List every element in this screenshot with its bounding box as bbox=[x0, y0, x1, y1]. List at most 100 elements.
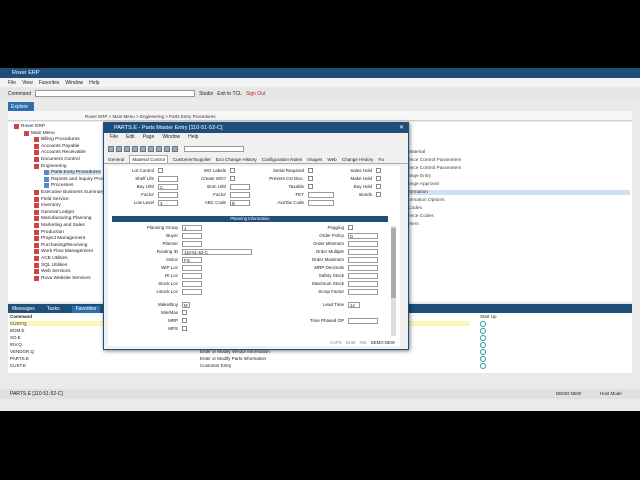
dialog-tab[interactable]: Customer/Supplier bbox=[173, 155, 211, 163]
detail-item[interactable]: ence Control Parameters bbox=[408, 166, 461, 171]
tree-item[interactable]: Web Services bbox=[34, 269, 71, 275]
checkbox[interactable] bbox=[182, 318, 187, 323]
dlg-menu-page[interactable]: Page bbox=[143, 134, 155, 142]
checkbox[interactable] bbox=[308, 184, 313, 189]
lookup-icon[interactable] bbox=[172, 145, 178, 152]
tree-item[interactable]: Document Control bbox=[34, 157, 80, 162]
input-field[interactable]: 1 bbox=[182, 225, 202, 231]
detail-item[interactable]: formation bbox=[408, 190, 630, 195]
checkbox[interactable] bbox=[376, 176, 381, 181]
tree-item[interactable]: ACE Utilities bbox=[34, 256, 68, 261]
startup-radio-icon[interactable] bbox=[480, 356, 486, 362]
input-field[interactable] bbox=[348, 249, 378, 255]
dialog-tab[interactable]: General bbox=[108, 155, 124, 163]
menu-view[interactable]: View bbox=[22, 80, 33, 87]
input-field[interactable]: B bbox=[230, 200, 250, 206]
dialog-tab[interactable]: Change History bbox=[342, 155, 374, 163]
close-icon[interactable]: ✕ bbox=[399, 124, 404, 131]
menu-favorites[interactable]: Favorites bbox=[39, 80, 60, 87]
print-icon[interactable] bbox=[132, 145, 138, 152]
dialog-tab[interactable]: Fa bbox=[378, 155, 383, 163]
dlg-menu-edit[interactable]: Edit bbox=[126, 134, 135, 142]
menu-file[interactable]: File bbox=[8, 80, 16, 87]
record-input[interactable] bbox=[184, 145, 244, 152]
prev-record-icon[interactable] bbox=[148, 145, 154, 152]
input-field[interactable] bbox=[158, 192, 178, 198]
input-field[interactable] bbox=[348, 257, 378, 263]
tree-item[interactable]: Rover ERP bbox=[14, 124, 45, 129]
tree-item[interactable]: Work Flow Management bbox=[34, 249, 93, 255]
input-field[interactable]: C bbox=[158, 184, 178, 190]
studio-button[interactable]: Studio bbox=[199, 91, 213, 97]
startup-radio-icon[interactable] bbox=[480, 349, 486, 355]
detail-item[interactable]: ange Entry bbox=[408, 174, 431, 179]
next-record-icon[interactable] bbox=[156, 145, 162, 152]
input-field[interactable] bbox=[182, 289, 202, 295]
detail-item[interactable]: Material bbox=[408, 150, 425, 155]
input-field[interactable]: 3 bbox=[158, 200, 178, 206]
detail-item[interactable]: ormation Options bbox=[408, 198, 445, 203]
input-field[interactable] bbox=[182, 273, 202, 279]
input-field[interactable]: 110-51-52-C bbox=[182, 249, 252, 255]
tree-item[interactable]: Inventory bbox=[34, 203, 61, 209]
input-field[interactable]: M bbox=[182, 302, 190, 308]
tree-item[interactable]: Main Menu bbox=[24, 130, 55, 136]
sign-out-button[interactable]: Sign Out bbox=[246, 91, 265, 97]
tree-item[interactable]: Project Management bbox=[34, 236, 85, 242]
input-field[interactable] bbox=[230, 184, 250, 190]
dialog-tab[interactable]: Images bbox=[307, 155, 322, 163]
checkbox[interactable] bbox=[308, 168, 313, 173]
favorite-row[interactable]: CUST.E Customer Entry bbox=[10, 363, 470, 368]
first-record-icon[interactable] bbox=[140, 145, 146, 152]
input-field[interactable] bbox=[348, 289, 378, 295]
dialog-tab[interactable]: Web bbox=[327, 155, 336, 163]
tree-item[interactable]: Processes bbox=[44, 183, 73, 189]
menu-window[interactable]: Window bbox=[65, 80, 83, 87]
command-input[interactable] bbox=[35, 90, 196, 97]
tree-item[interactable]: SQL Utilities bbox=[34, 262, 67, 268]
startup-radio-icon[interactable] bbox=[480, 363, 486, 369]
tab-messages[interactable]: Messages bbox=[12, 306, 35, 313]
detail-item[interactable]: Codes bbox=[408, 206, 422, 211]
input-field[interactable] bbox=[182, 281, 202, 287]
input-field[interactable] bbox=[230, 192, 250, 198]
input-field[interactable] bbox=[348, 281, 378, 287]
favorite-row[interactable]: PARTS.E Enter or Modify Parts Information bbox=[10, 356, 470, 361]
checkbox[interactable] bbox=[230, 168, 235, 173]
checkbox[interactable] bbox=[308, 176, 313, 181]
detail-item[interactable]: ence Control Parameters bbox=[408, 158, 461, 163]
tab-tasks[interactable]: Tasks bbox=[47, 306, 60, 313]
startup-radio-icon[interactable] bbox=[480, 335, 486, 341]
delete-icon[interactable] bbox=[124, 145, 130, 152]
startup-radio-icon[interactable] bbox=[480, 342, 486, 348]
dialog-tab[interactable]: Eco Change History bbox=[216, 155, 257, 163]
tree-item[interactable]: Production bbox=[34, 229, 64, 235]
scroll-thumb[interactable] bbox=[391, 228, 396, 298]
input-field[interactable] bbox=[182, 233, 202, 239]
tree-item[interactable]: Manufacturing Planning bbox=[34, 216, 91, 222]
save-icon[interactable] bbox=[116, 145, 122, 152]
input-field[interactable]: D bbox=[348, 233, 378, 239]
startup-radio-icon[interactable] bbox=[480, 328, 486, 334]
tree-item[interactable]: Accounts Payable bbox=[34, 143, 79, 149]
tree-item[interactable]: Rova Website Services bbox=[34, 275, 91, 281]
tree-item[interactable]: Billing Procedures bbox=[34, 137, 80, 143]
tree-item[interactable]: Purchasing/Receiving bbox=[34, 242, 87, 248]
checkbox[interactable] bbox=[376, 184, 381, 189]
tree-item[interactable]: Parts Entry Procedures bbox=[44, 170, 101, 176]
input-field[interactable] bbox=[348, 273, 378, 279]
tree-item[interactable]: Accounts Receivable bbox=[34, 150, 86, 156]
dialog-tab[interactable]: Configuration Notes bbox=[262, 155, 303, 163]
detail-item[interactable]: eters bbox=[408, 222, 419, 227]
input-field[interactable] bbox=[348, 265, 378, 271]
input-field[interactable] bbox=[182, 241, 202, 247]
detail-item[interactable]: ence Codes bbox=[408, 214, 434, 219]
dialog-tab[interactable]: Material Control bbox=[129, 155, 168, 163]
checkbox[interactable] bbox=[158, 168, 163, 173]
checkbox[interactable] bbox=[230, 176, 235, 181]
startup-radio-icon[interactable] bbox=[480, 321, 486, 327]
input-field[interactable] bbox=[348, 318, 378, 324]
tab-favorites[interactable]: Favorites bbox=[71, 306, 101, 313]
checkbox[interactable] bbox=[376, 192, 381, 197]
input-field[interactable] bbox=[308, 192, 334, 198]
